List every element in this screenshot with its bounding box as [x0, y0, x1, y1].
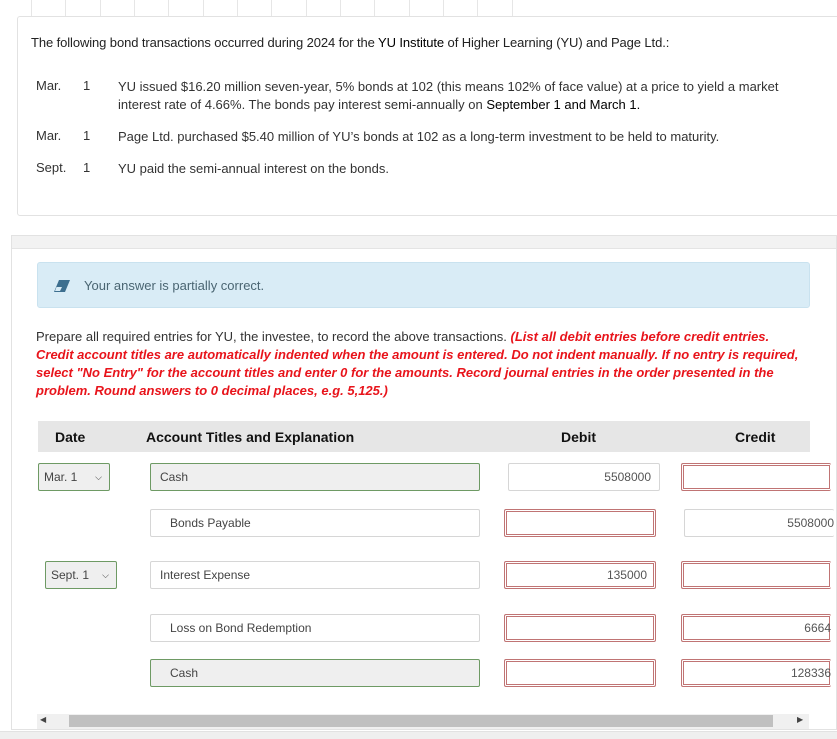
feedback-banner: Your answer is partially correct.: [37, 262, 810, 308]
chevron-down-icon: ⌵: [95, 472, 102, 482]
transaction-text: Page Ltd. purchased $5.40 million of YU’…: [118, 129, 720, 144]
feedback-message: Your answer is partially correct.: [84, 277, 265, 293]
credit-field[interactable]: 128336: [681, 659, 831, 687]
spacer: [0, 216, 837, 236]
page-footer-band: [0, 731, 837, 739]
eraser-icon: [54, 279, 70, 292]
header-credit: Credit: [735, 429, 776, 445]
credit-field[interactable]: 6664: [681, 614, 831, 642]
header-account: Account Titles and Explanation: [146, 429, 355, 445]
table-header: Date Account Titles and Explanation Debi…: [38, 421, 810, 452]
account-title-field[interactable]: Loss on Bond Redemption: [150, 614, 480, 642]
debit-field[interactable]: [504, 659, 656, 687]
scrollbar-thumb[interactable]: [69, 715, 773, 727]
answer-panel: Your answer is partially correct. Prepar…: [11, 235, 837, 730]
credit-field[interactable]: 5508000: [684, 509, 834, 537]
date-select[interactable]: Mar. 1 ⌵: [38, 463, 110, 491]
transaction-text: YU issued $16.20 million seven-year, 5% …: [118, 79, 779, 112]
debit-field[interactable]: 135000: [504, 561, 656, 589]
scroll-right-arrow-icon[interactable]: ▶: [797, 715, 803, 724]
transaction-text: YU paid the semi-annual interest on the …: [118, 161, 390, 176]
instructions: Prepare all required entries for YU, the…: [36, 329, 799, 398]
problem-intro: The following bond transactions occurred…: [31, 35, 670, 50]
debit-field[interactable]: [504, 509, 656, 537]
chevron-down-icon: ⌵: [102, 570, 109, 580]
debit-field[interactable]: [504, 614, 656, 642]
date-select[interactable]: Sept. 1 ⌵: [45, 561, 117, 589]
account-title-field[interactable]: Bonds Payable: [150, 509, 480, 537]
account-title-field[interactable]: Cash: [150, 463, 480, 491]
credit-field[interactable]: [681, 463, 831, 491]
problem-statement: The following bond transactions occurred…: [17, 16, 837, 216]
account-title-field[interactable]: Cash: [150, 659, 480, 687]
debit-field[interactable]: 5508000: [508, 463, 660, 491]
credit-field[interactable]: [681, 561, 831, 589]
answer-panel-header: [12, 236, 836, 249]
scroll-left-arrow-icon[interactable]: ◀: [40, 715, 46, 724]
account-title-field[interactable]: Interest Expense: [150, 561, 480, 589]
header-date: Date: [55, 429, 86, 445]
top-ruler: [0, 0, 837, 16]
header-debit: Debit: [561, 429, 596, 445]
